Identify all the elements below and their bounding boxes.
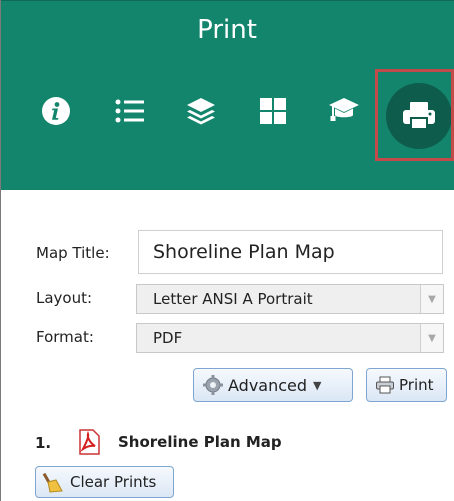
map-title-label: Map Title: [36,244,110,262]
result-number: 1. [35,434,52,452]
layout-select-value: Letter ANSI A Portrait [153,290,313,308]
list-icon[interactable] [110,91,150,131]
print-button[interactable]: Print [366,368,447,402]
layers-icon[interactable] [181,91,221,131]
panel-title: Print [197,15,257,45]
gear-icon [203,375,223,395]
print-button-label: Print [399,376,434,394]
format-select[interactable]: PDF ▼ [136,323,444,353]
print-tab-highlight [375,69,454,161]
advanced-button[interactable]: Advanced ▼ [193,368,353,402]
printer-icon [376,376,394,394]
panel-left-border [0,0,1,501]
print-panel-header: Print [0,0,454,190]
map-title-input[interactable]: Shoreline Plan Map [138,230,443,274]
broom-icon [42,472,63,493]
layout-label: Layout: [36,289,93,307]
education-icon[interactable] [324,91,364,131]
format-select-value: PDF [153,329,183,347]
format-label: Format: [36,328,94,346]
chevron-down-icon: ▼ [313,378,322,392]
chevron-down-icon[interactable]: ▼ [420,285,443,313]
result-link[interactable]: Shoreline Plan Map [118,433,282,451]
clear-prints-button[interactable]: Clear Prints [35,466,174,498]
clear-prints-label: Clear Prints [70,473,157,491]
layout-select[interactable]: Letter ANSI A Portrait ▼ [136,284,444,314]
advanced-button-label: Advanced [228,375,308,395]
pdf-icon [77,429,101,459]
chevron-down-icon[interactable]: ▼ [420,324,443,352]
basemap-grid-icon[interactable] [253,91,293,131]
info-icon[interactable] [36,91,76,131]
